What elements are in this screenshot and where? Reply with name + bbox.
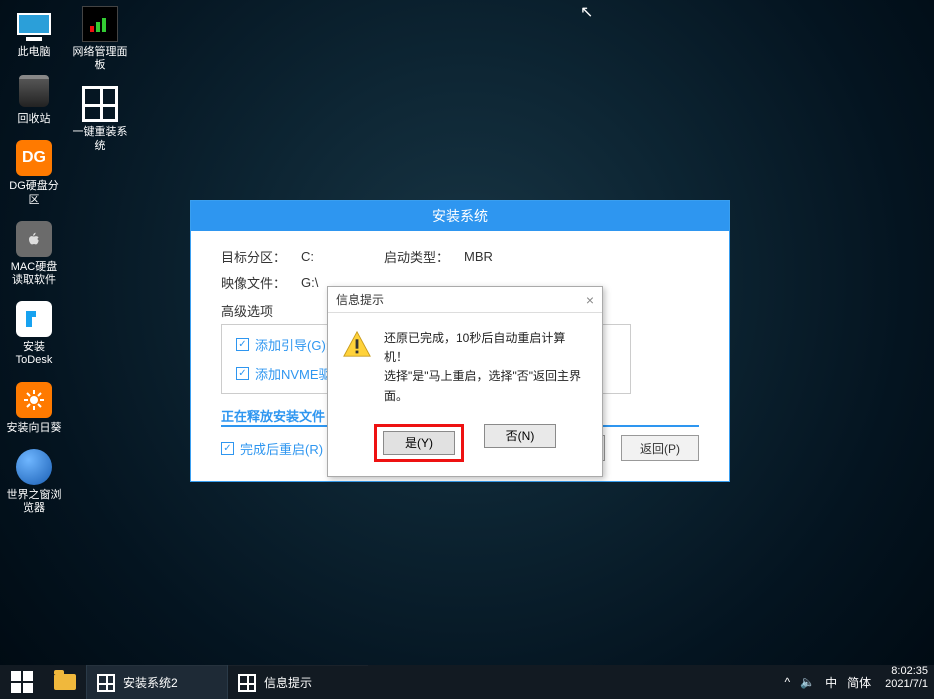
apple-icon — [16, 221, 52, 257]
desktop-icon-reinstall[interactable]: 一键重装系统 — [72, 84, 128, 152]
taskbar-app-label: 信息提示 — [264, 674, 312, 691]
installer-title: 安装系统 — [191, 201, 729, 231]
taskbar-app-info[interactable]: 信息提示 — [228, 665, 368, 699]
app-icon — [238, 674, 256, 692]
checkbox-icon — [221, 442, 234, 455]
globe-icon — [16, 449, 52, 485]
desktop-icon-recycle-bin[interactable]: 回收站 — [6, 71, 62, 126]
clock-time: 8:02:35 — [885, 665, 928, 678]
box-icon — [82, 86, 118, 122]
info-dialog: 信息提示 × 还原已完成，10秒后自动重启计算机！ 选择"是"马上重启，选择"否… — [327, 286, 603, 477]
taskbar-app-label: 安装系统2 — [123, 674, 178, 691]
target-value: C: — [301, 249, 314, 264]
icon-label: 回收站 — [18, 113, 51, 126]
checkbox-label: 添加引导(G): — [255, 335, 329, 354]
desktop-icon-mac-disk[interactable]: MAC硬盘读取软件 — [6, 219, 62, 287]
checkbox-label: 完成后重启(R) — [240, 439, 323, 458]
folder-icon — [54, 674, 76, 690]
desktop-icon-this-pc[interactable]: 此电脑 — [6, 4, 62, 59]
icon-label: 此电脑 — [18, 46, 51, 59]
app-icon — [97, 674, 115, 692]
tray-ime-label[interactable]: 简体 — [847, 674, 871, 691]
desktop-icon-net-panel[interactable]: 网络管理面板 — [72, 4, 128, 72]
yes-highlight: 是(Y) — [374, 424, 464, 462]
dialog-title: 信息提示 — [336, 287, 384, 312]
taskbar: 安装系统2 信息提示 ^ 🔈 中 简体 8:02:35 2021/7/1 — [0, 665, 934, 699]
icon-label: 一键重装系统 — [72, 126, 128, 152]
back-button[interactable]: 返回(P) — [621, 435, 699, 461]
dialog-titlebar: 信息提示 × — [328, 287, 602, 313]
desktop-icon-dg-disk[interactable]: DG DG硬盘分区 — [6, 138, 62, 206]
clock-date: 2021/7/1 — [885, 678, 928, 691]
taskbar-app-installer[interactable]: 安装系统2 — [87, 665, 227, 699]
tray-sound-icon[interactable]: 🔈 — [800, 675, 815, 689]
icon-label: 安装ToDesk — [6, 341, 62, 367]
dialog-close-button[interactable]: × — [586, 287, 594, 312]
taskbar-clock[interactable]: 8:02:35 2021/7/1 — [879, 665, 934, 699]
icon-label: 网络管理面板 — [72, 46, 128, 72]
windows-logo-icon — [11, 671, 33, 693]
image-label: 映像文件： — [221, 273, 301, 292]
desktop-icon-theworld[interactable]: 世界之窗浏览器 — [6, 447, 62, 515]
boot-value: MBR — [464, 249, 493, 264]
icon-label: 安装向日葵 — [7, 422, 62, 435]
tray-ime-zh[interactable]: 中 — [825, 674, 837, 691]
target-label: 目标分区： — [221, 247, 301, 266]
network-icon — [82, 6, 118, 42]
icon-label: MAC硬盘读取软件 — [6, 261, 62, 287]
warning-icon — [342, 329, 372, 359]
checkbox-restart[interactable]: 完成后重启(R) — [221, 439, 323, 458]
taskbar-file-explorer[interactable] — [44, 665, 86, 699]
dialog-yes-button[interactable]: 是(Y) — [383, 431, 455, 455]
desktop-icon-sunlogin[interactable]: 安装向日葵 — [6, 380, 62, 435]
boot-label: 启动类型： — [384, 247, 464, 266]
dialog-message: 还原已完成，10秒后自动重启计算机！ 选择"是"马上重启，选择"否"返回主界面。 — [384, 329, 588, 406]
desktop-icon-todesk[interactable]: 安装ToDesk — [6, 299, 62, 367]
tray-up-icon[interactable]: ^ — [785, 675, 791, 689]
mouse-cursor: ↖ — [580, 2, 593, 22]
checkbox-icon — [236, 338, 249, 351]
icon-label: 世界之窗浏览器 — [6, 489, 62, 515]
system-tray: ^ 🔈 中 简体 — [777, 665, 880, 699]
checkbox-icon — [236, 367, 249, 380]
sunflower-icon — [16, 382, 52, 418]
icon-label: DG硬盘分区 — [6, 180, 62, 206]
dialog-no-button[interactable]: 否(N) — [484, 424, 556, 448]
image-value: G:\ — [301, 275, 318, 290]
checkbox-label: 添加NVME驱 — [255, 364, 332, 383]
start-button[interactable] — [0, 665, 44, 699]
